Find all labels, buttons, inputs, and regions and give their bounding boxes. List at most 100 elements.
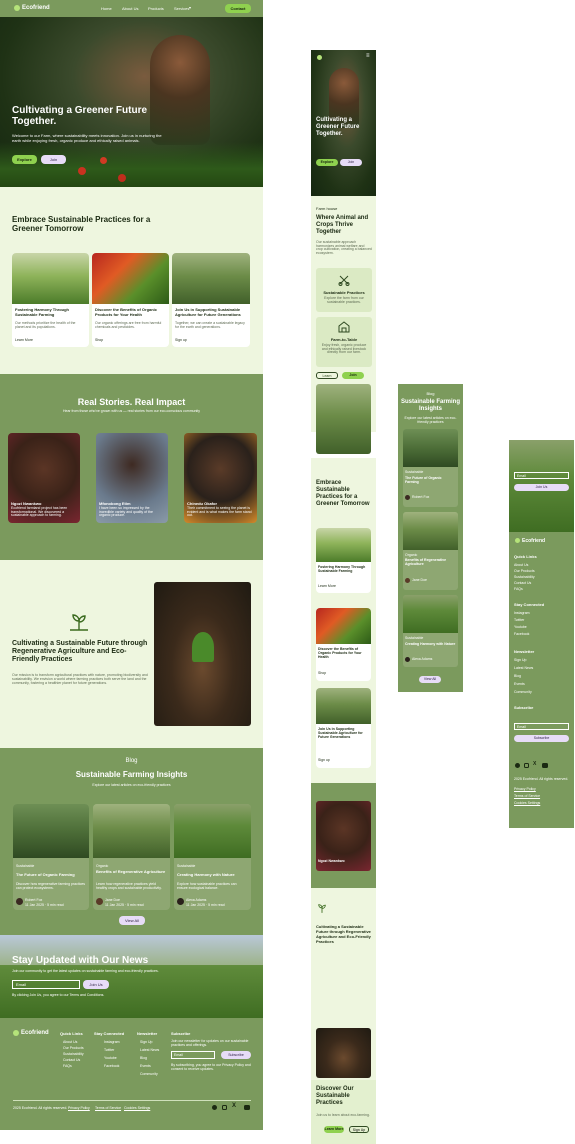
footer-link[interactable]: Instagram [104,1040,120,1044]
mobile-practice-card[interactable]: Fostering Harmony Through Sustainable Fa… [316,528,371,593]
sign-up-button[interactable]: Sign Up [349,1126,369,1133]
footer-link[interactable]: About Us [514,563,528,567]
nav-link-about[interactable]: About Us [122,6,138,11]
facebook-icon[interactable] [212,1105,217,1110]
newsletter-email-input[interactable]: Email [12,980,80,989]
footer-link[interactable]: Latest News [140,1048,159,1052]
footer-col-title: Newsletter [514,649,535,654]
blog-card[interactable]: Sustainable The Future of Organic Farmin… [13,804,89,910]
youtube-icon[interactable] [244,1105,250,1110]
design-canvas: Ecofriend Home About Us Products Service… [0,0,575,1144]
footer-link[interactable]: FAQs [63,1064,72,1068]
card-title: Discover the Benefits of Organic Product… [95,307,158,317]
footer-link[interactable]: Sign Up [140,1040,152,1044]
footer-link[interactable]: Events [514,682,525,686]
nav-link-products[interactable]: Products [148,6,164,11]
card-link[interactable]: Learn More [15,338,33,342]
contact-button[interactable]: Contact [225,4,251,13]
view-all-button[interactable]: View All [419,676,441,683]
card-link[interactable]: Sign up [175,338,187,342]
footer-logo[interactable]: Ecofriend [21,1030,49,1036]
nav-link-services[interactable]: Services [174,6,189,11]
mobile-join-button[interactable]: Join [340,159,362,166]
mobile-explore-button[interactable]: Explore [316,159,338,166]
blog-card[interactable]: Sustainable Creating Harmony with Nature… [174,804,251,910]
chevron-down-icon[interactable]: ▾ [189,5,191,10]
learn-button[interactable]: Learn [316,372,338,379]
footer-link[interactable]: Contact Us [63,1058,80,1062]
footer-link[interactable]: Blog [514,674,521,678]
join-button[interactable]: Join [41,155,66,164]
practice-card[interactable]: Discover the Benefits of Organic Product… [92,253,169,347]
youtube-icon[interactable] [542,763,548,768]
card-link[interactable]: Shop [95,338,103,342]
footer-link[interactable]: Blog [140,1056,147,1060]
footer-link[interactable]: About Us [63,1040,77,1044]
cookies-link[interactable]: Cookies Settings [124,1106,150,1110]
privacy-link[interactable]: Privacy Policy [68,1106,90,1110]
footer-link[interactable]: Latest News [514,666,533,670]
nav-link-home[interactable]: Home [101,6,112,11]
learn-more-button[interactable]: Learn More [324,1126,344,1133]
menu-icon[interactable]: ≡ [366,53,370,59]
x-icon[interactable]: X [232,1103,236,1109]
footer-link[interactable]: Contact Us [514,581,531,585]
blog-card[interactable]: Organic Benefits of Regenerative Agricul… [93,804,170,910]
blog-tag: Organic [96,864,109,868]
mobile-practice-card[interactable]: Join Us in Supporting Sustainable Agricu… [316,688,371,768]
footer-link[interactable]: Community [514,690,532,694]
subscribe-email-input[interactable]: Email [171,1051,215,1059]
footer-link[interactable]: Sign Up [514,658,526,662]
terms-link[interactable]: Terms of Service [514,794,540,798]
blog-card[interactable]: Sustainable Creating Harmony with Nature… [403,595,458,667]
mobile-join-us-button[interactable]: Join Us [514,484,569,491]
facebook-icon[interactable] [515,763,520,768]
join-button[interactable]: Join [342,372,364,379]
practices-section: Embrace Sustainable Practices for a Gree… [0,187,263,374]
instagram-icon[interactable] [222,1105,227,1110]
mobile-practice-card[interactable]: Discover the Benefits of Organic Product… [316,608,371,681]
blog-card[interactable]: Organic Benefits of Regenerative Agricul… [403,512,458,590]
blog-subtitle: Explore our latest articles on eco-frien… [404,416,457,424]
instagram-icon[interactable] [524,763,529,768]
practice-card[interactable]: Fostering Harmony Through Sustainable Fa… [12,253,89,347]
mobile-subscribe-input[interactable]: Email [514,723,569,730]
join-us-button[interactable]: Join Us [83,980,109,989]
blog-card[interactable]: Sustainable The Future of Organic Farmin… [403,429,458,507]
card-link[interactable]: Shop [318,671,326,675]
farmers-image [13,804,89,858]
card-link[interactable]: Sign up [318,758,330,762]
footer-link[interactable]: Events [140,1064,151,1068]
footer-link[interactable]: Facebook [514,632,529,636]
explore-button[interactable]: Explore [12,155,37,164]
mobile-email-input[interactable]: Email [514,472,569,479]
harvest-image [403,595,458,633]
cookies-link[interactable]: Cookies Settings [514,801,540,805]
footer-link[interactable]: Instagram [514,611,530,615]
subscribe-button[interactable]: Subscribe [221,1051,251,1059]
logo-text[interactable]: Ecofriend [22,5,50,11]
mobile-subscribe-button[interactable]: Subscribe [514,735,569,742]
footer-link[interactable]: Youtube [514,625,527,629]
footer-link[interactable]: Our Products [63,1046,84,1050]
footer-link[interactable]: Our Products [514,569,535,573]
privacy-link[interactable]: Privacy Policy [514,787,536,791]
footer-link[interactable]: Youtube [104,1056,117,1060]
blog-tag: Sustainable [16,864,35,868]
feature-card: Sustainable Practices Explore the farm f… [316,268,372,312]
card-link[interactable]: Learn More [318,584,336,588]
footer-link[interactable]: Sustainability [514,575,535,579]
footer-link[interactable]: Twitter [104,1048,114,1052]
footer-link[interactable]: Twitter [514,618,524,622]
x-icon[interactable]: X [533,761,536,767]
testimonial-quote: I have been so impressed by the incredib… [99,506,153,518]
view-all-button[interactable]: View All [119,916,145,925]
hero-title: Cultivating a Greener Future Together. [12,105,148,127]
footer-link[interactable]: Community [140,1072,158,1076]
footer-link[interactable]: FAQs [514,587,523,591]
footer-link[interactable]: Sustainability [63,1052,84,1056]
terms-link[interactable]: Terms of Service [95,1106,121,1110]
footer-link[interactable]: Facebook [104,1064,119,1068]
mobile-footer-logo[interactable]: Ecofriend [522,538,545,544]
practice-card[interactable]: Join Us in Supporting Sustainable Agricu… [172,253,250,347]
